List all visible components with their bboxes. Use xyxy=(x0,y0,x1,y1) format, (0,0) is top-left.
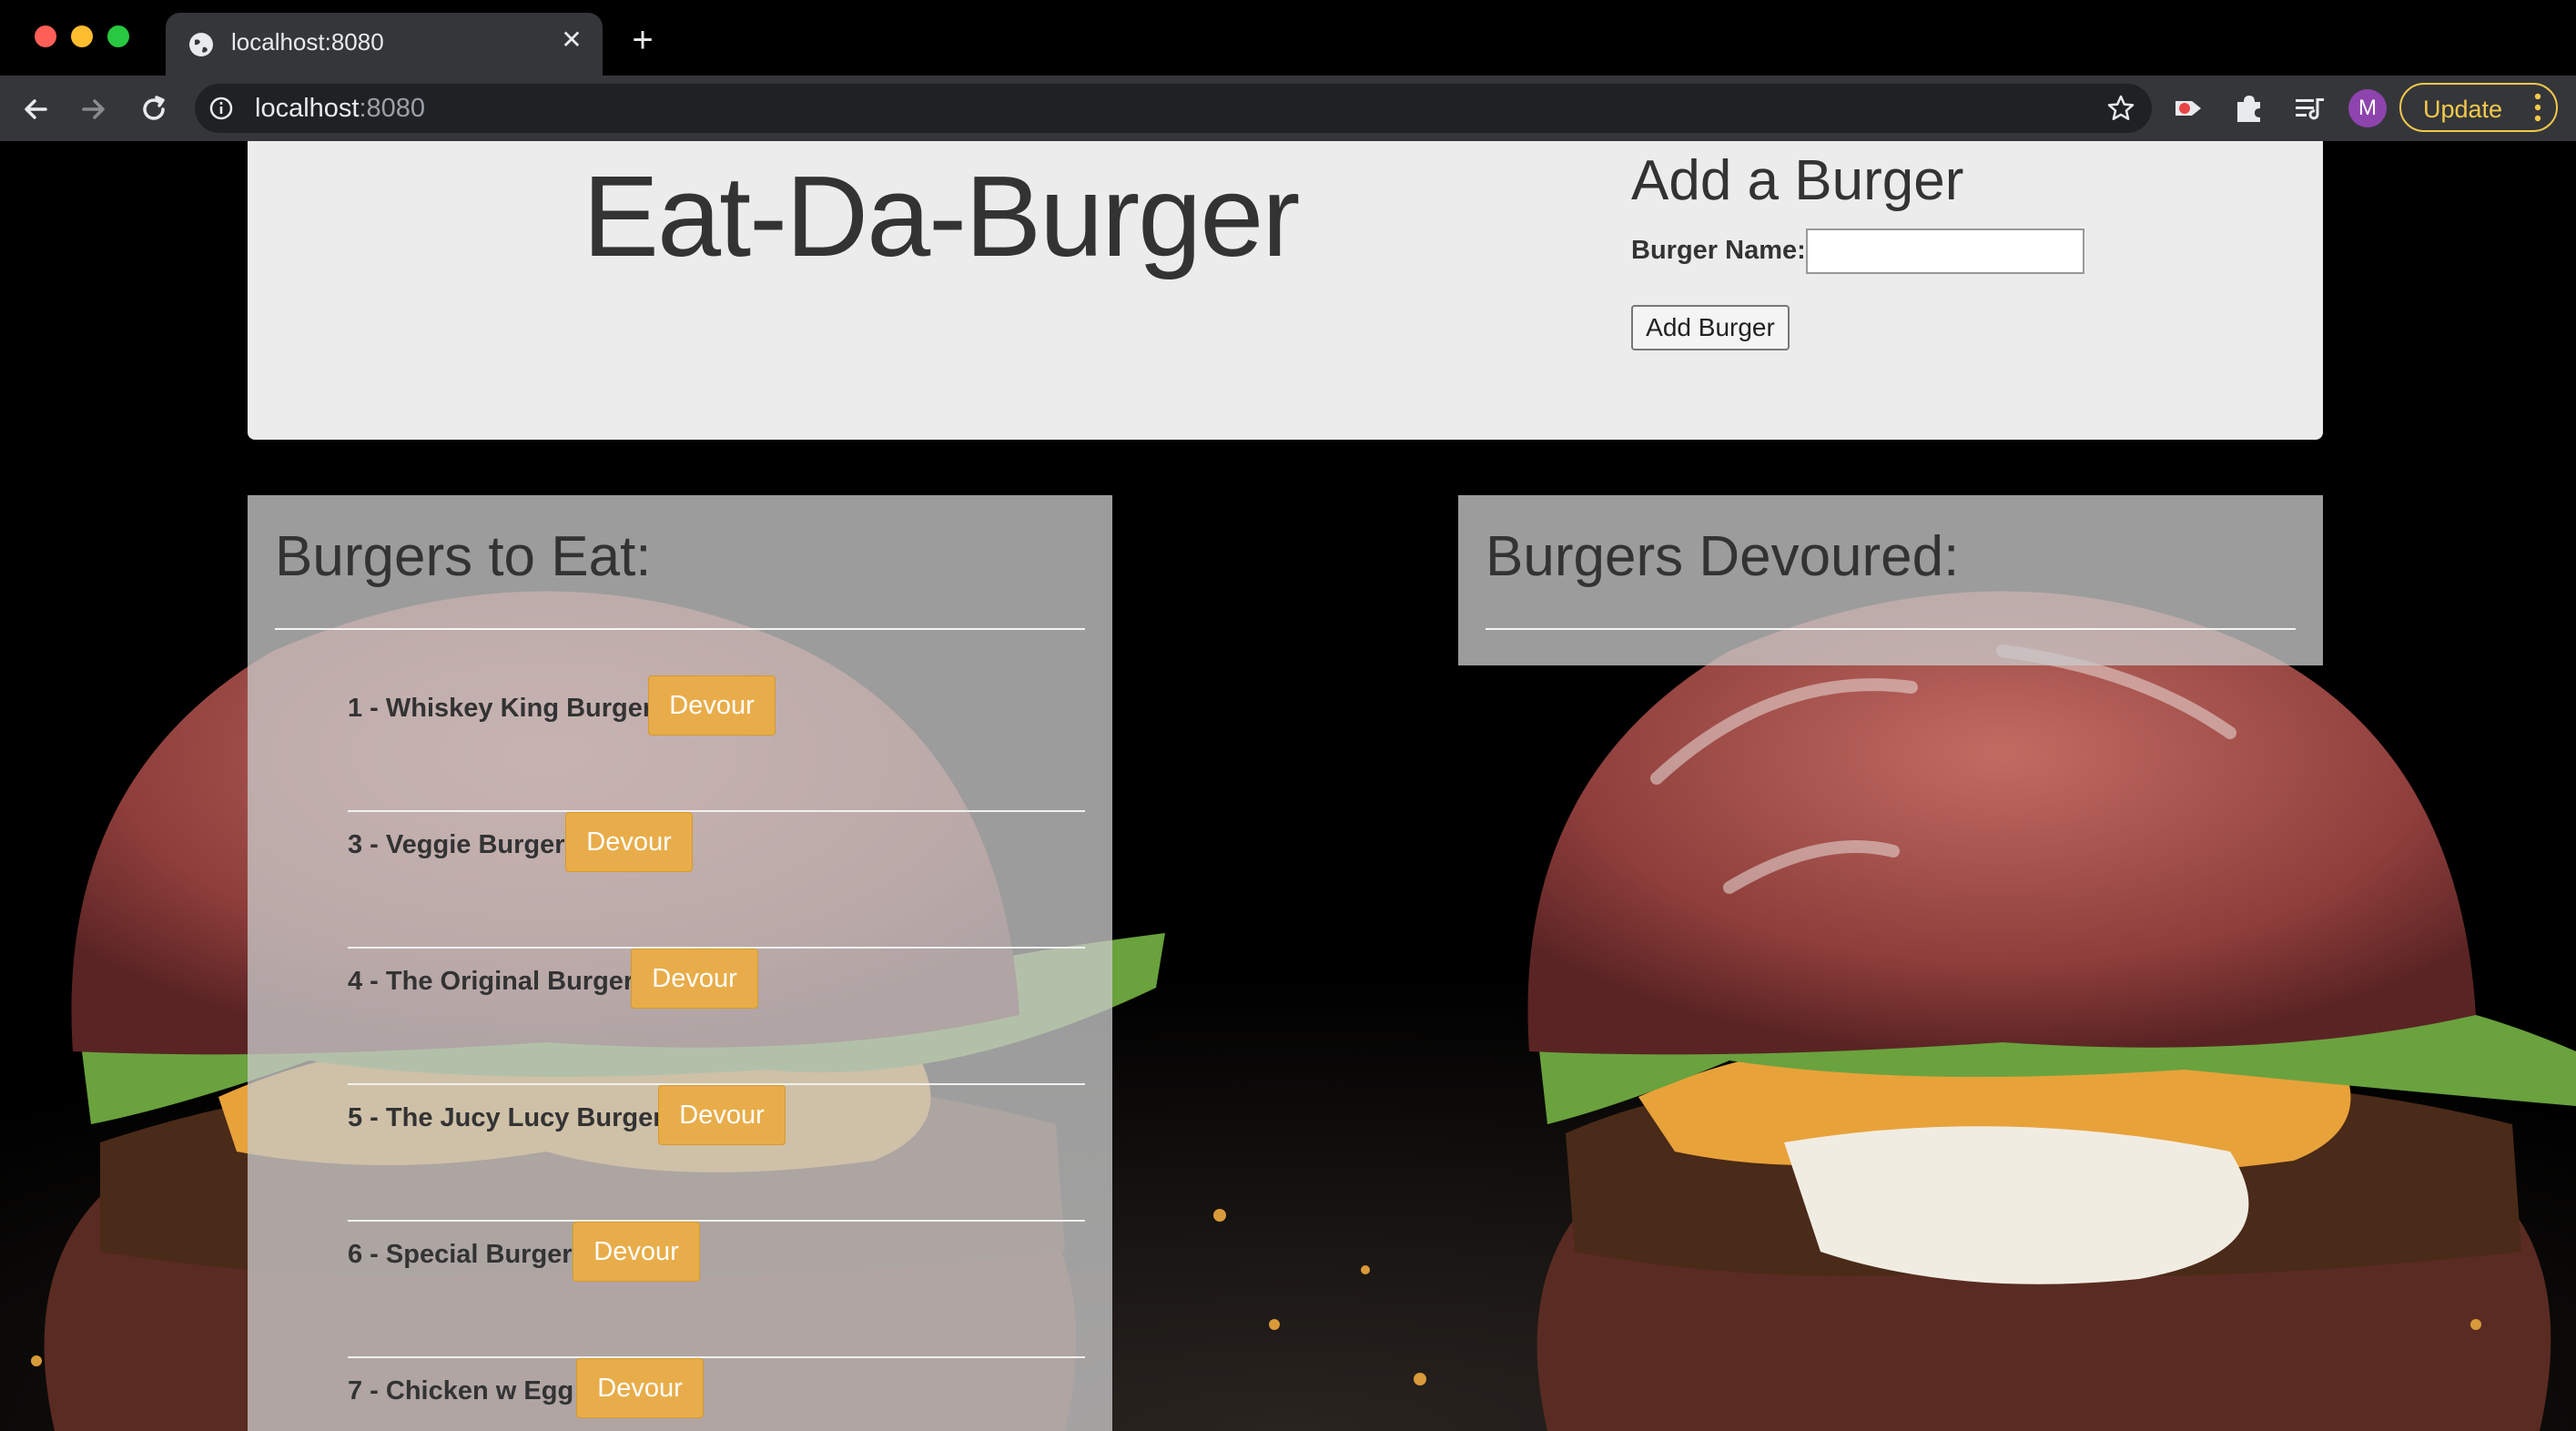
devour-button[interactable]: Devour xyxy=(565,812,693,872)
burger-label: 5 - The Jucy Lucy Burger xyxy=(348,1103,664,1132)
close-window-button[interactable] xyxy=(35,25,56,47)
url-text: localhost:8080 xyxy=(255,94,425,124)
burger-label: 1 - Whiskey King Burger xyxy=(348,694,654,723)
info-icon[interactable] xyxy=(209,96,233,120)
address-bar[interactable]: localhost:8080 xyxy=(195,84,2152,133)
devour-button[interactable]: Devour xyxy=(648,675,776,736)
site-title: Eat-Da-Burger xyxy=(583,152,1300,280)
extensions-puzzle-icon[interactable] xyxy=(2232,91,2267,126)
list-item: 7 - Chicken w Egg Devour xyxy=(348,1358,1085,1431)
more-menu-icon[interactable] xyxy=(2534,92,2541,123)
burger-label: 3 - Veggie Burger xyxy=(348,830,565,859)
header-jumbotron: Eat-Da-Burger Add a Burger Burger Name: … xyxy=(248,141,2323,440)
burgers-to-eat-panel: Burgers to Eat: 1 - Whiskey King Burger … xyxy=(248,495,1112,1431)
devour-button[interactable]: Devour xyxy=(576,1358,704,1418)
reload-icon[interactable] xyxy=(137,92,171,127)
new-tab-button[interactable]: + xyxy=(626,22,659,58)
list-item: 5 - The Jucy Lucy Burger Devour xyxy=(348,1085,1085,1222)
burger-name-label: Burger Name: xyxy=(1631,236,1806,265)
tab-title: localhost:8080 xyxy=(231,28,384,56)
list-item: 1 - Whiskey King Burger Devour xyxy=(348,675,1085,812)
url-port: :8080 xyxy=(359,94,426,123)
browser-tab-strip: localhost:8080 ✕ + xyxy=(0,0,2576,76)
burgers-to-eat-heading: Burgers to Eat: xyxy=(275,525,652,588)
zoom-window-button[interactable] xyxy=(107,25,129,47)
burgers-devoured-panel: Burgers Devoured: xyxy=(1458,495,2323,665)
divider xyxy=(1486,628,2296,630)
devour-button[interactable]: Devour xyxy=(573,1222,700,1282)
screen-record-extension-icon[interactable] xyxy=(2172,91,2206,126)
burgers-devoured-heading: Burgers Devoured: xyxy=(1486,525,1960,588)
add-burger-heading: Add a Burger xyxy=(1631,149,1964,212)
burger-name-input[interactable] xyxy=(1806,228,2084,274)
burger-label: 7 - Chicken w Egg xyxy=(348,1376,574,1406)
url-host: localhost xyxy=(255,94,360,123)
profile-avatar[interactable]: M xyxy=(2348,89,2387,127)
browser-toolbar: localhost:8080 M Update xyxy=(0,76,2576,141)
divider xyxy=(275,628,1085,630)
back-arrow-icon[interactable] xyxy=(18,92,53,127)
burger-label: 4 - The Original Burger xyxy=(348,967,634,996)
add-burger-button[interactable]: Add Burger xyxy=(1631,305,1790,350)
tab-close-icon[interactable]: ✕ xyxy=(557,25,586,55)
devour-button[interactable]: Devour xyxy=(658,1085,786,1145)
globe-icon xyxy=(189,33,213,56)
minimize-window-button[interactable] xyxy=(71,25,93,47)
update-button-label: Update xyxy=(2423,96,2503,123)
burger-label: 6 - Special Burger xyxy=(348,1240,573,1269)
list-item: 3 - Veggie Burger Devour xyxy=(348,812,1085,949)
page-viewport: Eat-Da-Burger Add a Burger Burger Name: … xyxy=(0,141,2576,1431)
forward-arrow-icon[interactable] xyxy=(76,92,111,127)
list-item: 4 - The Original Burger Devour xyxy=(348,949,1085,1085)
list-item: 6 - Special Burger Devour xyxy=(348,1222,1085,1358)
bookmark-star-icon[interactable] xyxy=(2106,94,2135,123)
update-button[interactable]: Update xyxy=(2399,83,2558,132)
devour-button[interactable]: Devour xyxy=(631,949,758,1009)
media-queue-icon[interactable] xyxy=(2292,91,2327,126)
browser-tab[interactable]: localhost:8080 ✕ xyxy=(166,13,603,76)
